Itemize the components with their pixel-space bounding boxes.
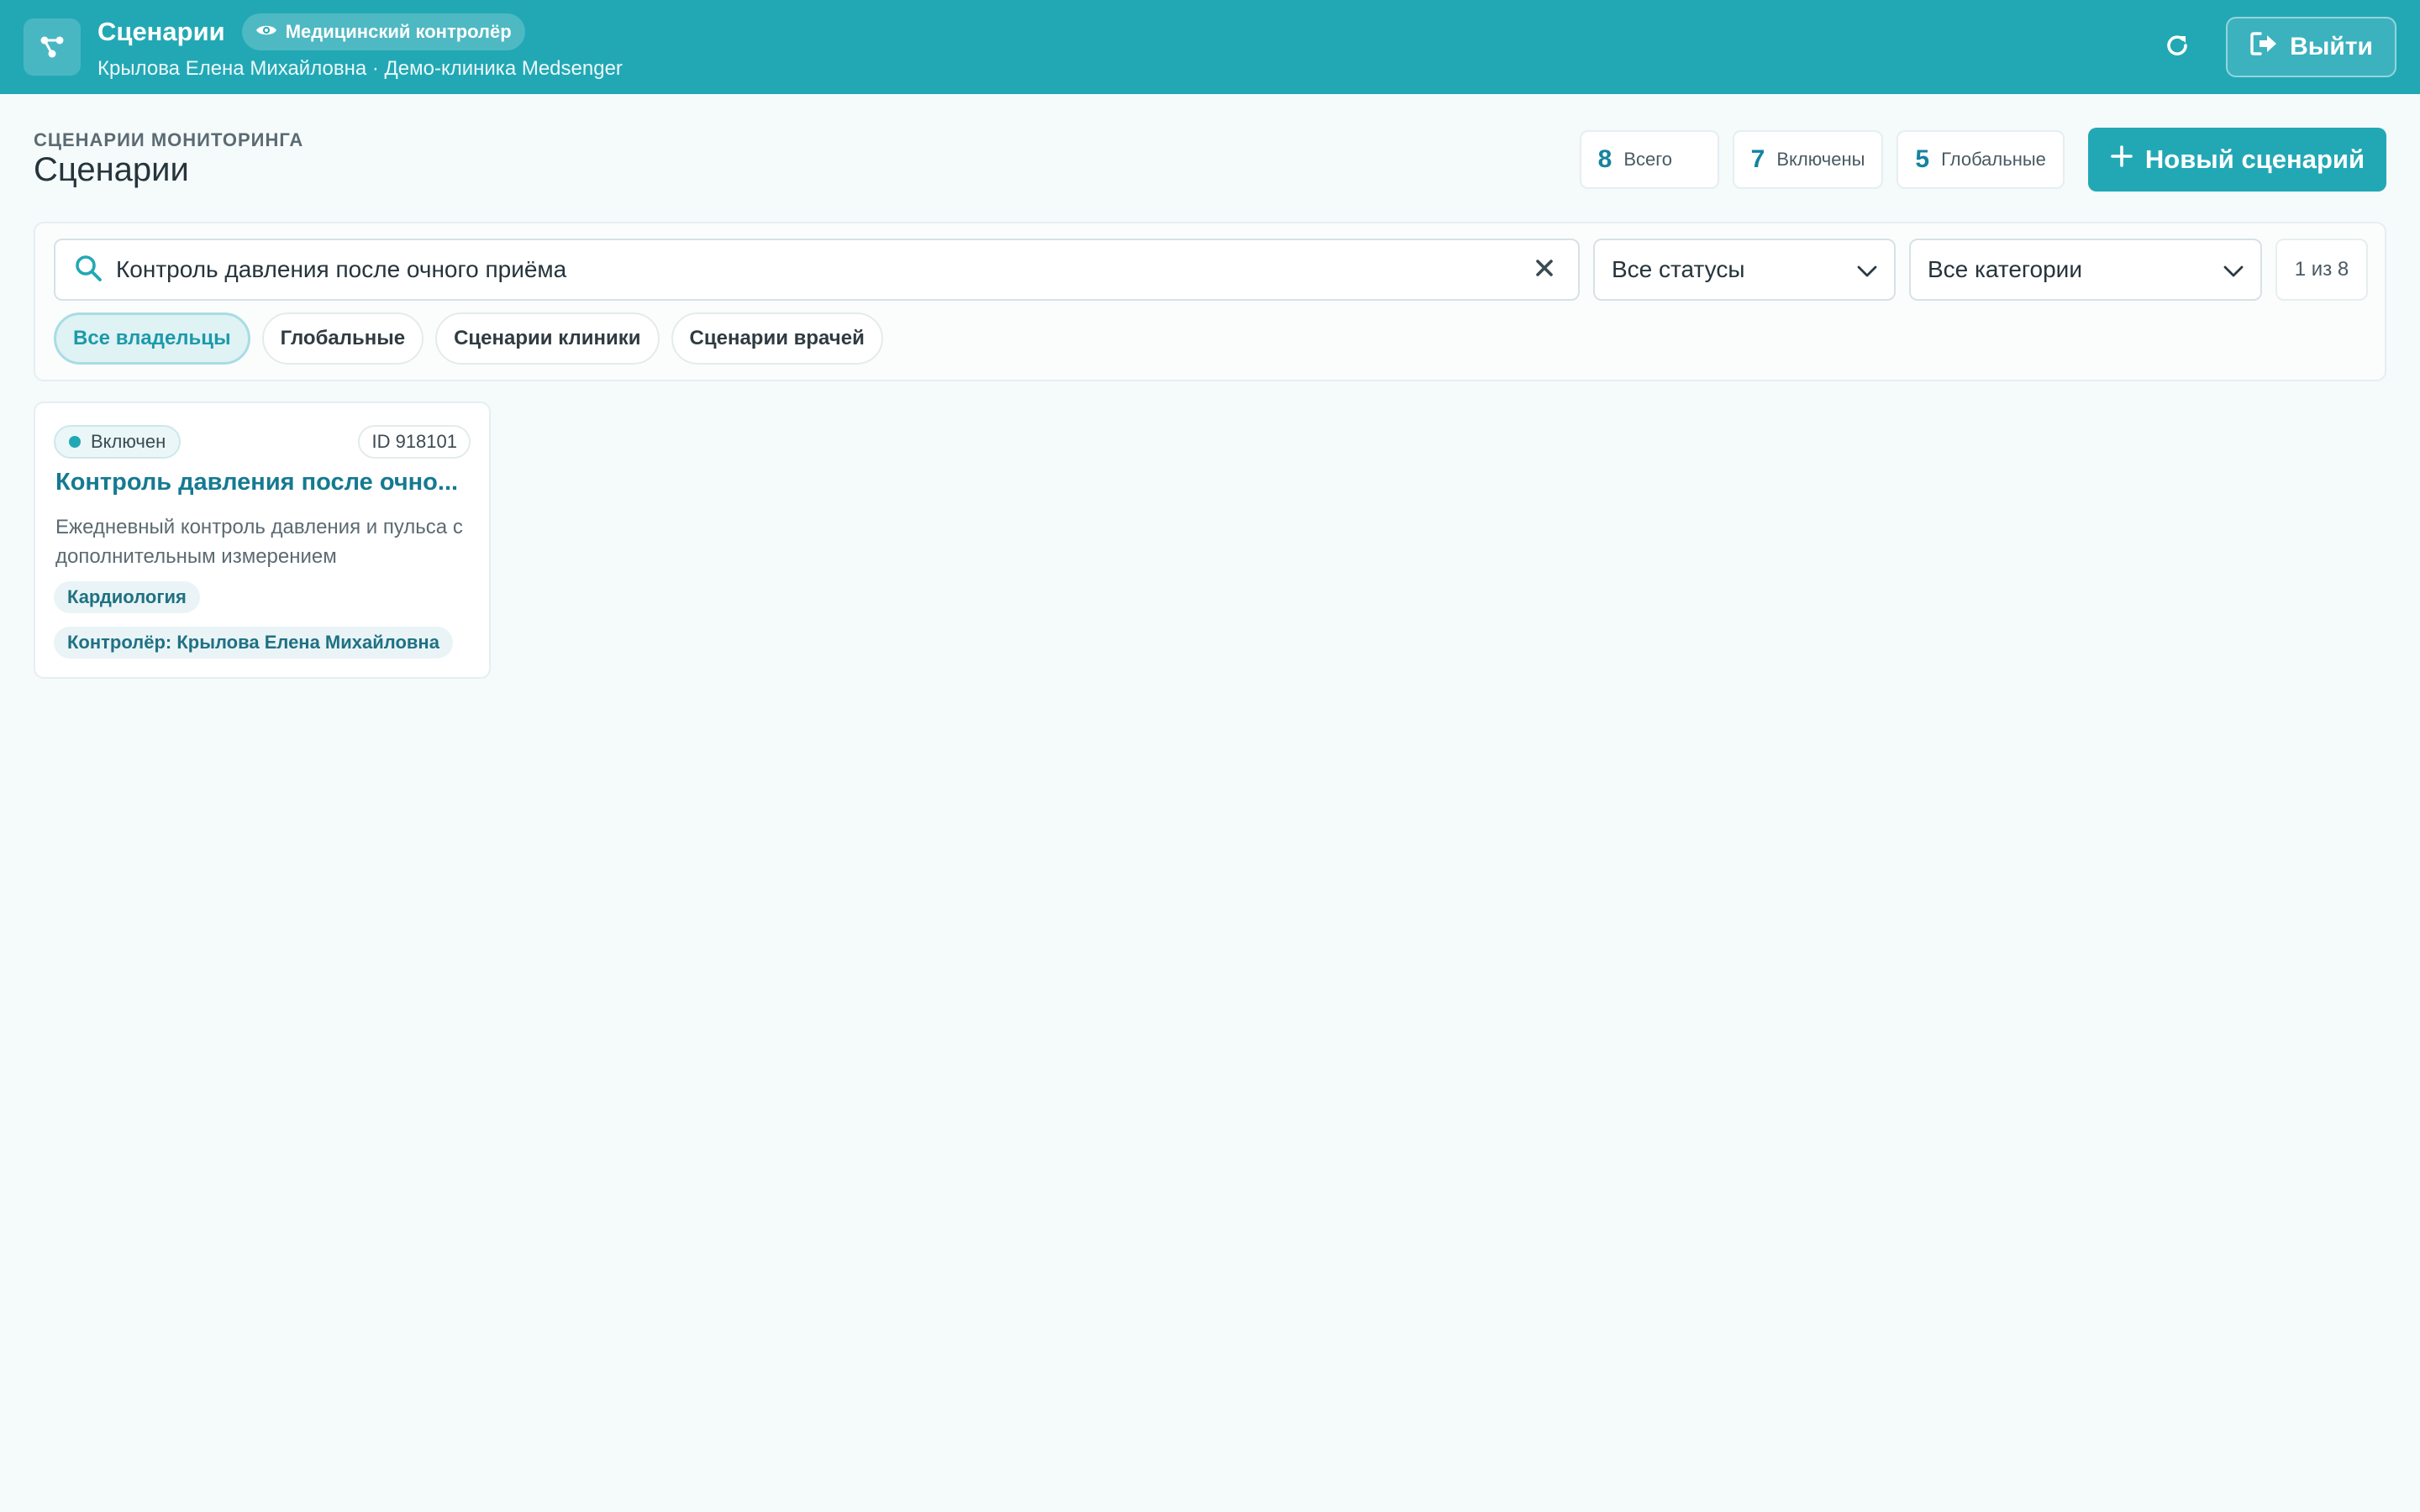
page-heading: СЦЕНАРИИ МОНИТОРИНГА Сценарии 8 Всего 7 … [34, 126, 2386, 202]
search-box[interactable] [54, 239, 1580, 301]
stat-total: 8 Всего [1579, 130, 1719, 189]
user-clinic-line: Крылова Елена Михайловна · Демо-клиника … [97, 57, 623, 80]
page-eyebrow: СЦЕНАРИИ МОНИТОРИНГА [34, 129, 304, 150]
page-title: Сценарии [34, 151, 189, 188]
stat-global-value: 5 [1915, 145, 1930, 173]
chevron-down-icon [2223, 256, 2244, 283]
scenario-graph-icon[interactable] [24, 18, 81, 76]
filters-panel: Все статусы Все категории 1 из 8 Все вла… [34, 222, 2386, 381]
status-label: Включен [91, 431, 166, 452]
logout-button[interactable]: Выйти [2226, 17, 2396, 77]
refresh-button[interactable] [2157, 27, 2197, 67]
clear-search-button[interactable] [1529, 255, 1560, 285]
role-badge: Медицинский контролёр [241, 13, 525, 50]
new-scenario-button[interactable]: Новый сценарий [2087, 128, 2386, 192]
role-badge-label: Медицинский контролёр [285, 21, 512, 42]
category-select-value: Все категории [1928, 256, 2082, 282]
stat-global-label: Глобальные [1941, 149, 2046, 170]
status-select[interactable]: Все статусы [1593, 239, 1896, 301]
search-icon [74, 254, 103, 286]
search-input[interactable] [116, 256, 1529, 283]
app-title: Сценарии [97, 17, 225, 46]
new-scenario-label: Новый сценарий [2144, 144, 2365, 174]
stat-enabled-value: 7 [1750, 145, 1765, 173]
scenario-title[interactable]: Контроль давления после очно... [55, 469, 476, 496]
eye-icon [255, 21, 277, 43]
stat-global: 5 Глобальные [1897, 130, 2065, 189]
chip-doctor-scenarios[interactable]: Сценарии врачей [671, 312, 883, 365]
stat-total-value: 8 [1597, 145, 1612, 173]
scenario-description: Ежедневный контроль давления и пульса с … [55, 516, 463, 568]
scenario-id-badge: ID 918101 [358, 425, 471, 459]
scenario-card[interactable]: Включен ID 918101 Контроль давления посл… [34, 402, 491, 679]
app-page: Сценарии Медицинский контролёр Крылова Е… [0, 0, 2420, 1512]
close-icon [1535, 259, 1554, 281]
status-dot-icon [69, 436, 81, 448]
chip-all-owners[interactable]: Все владельцы [54, 312, 250, 365]
category-tag: Кардиология [54, 581, 200, 613]
controller-tag: Контролёр: Крылова Елена Михайловна [54, 627, 453, 659]
chip-clinic-scenarios[interactable]: Сценарии клиники [435, 312, 660, 365]
category-select[interactable]: Все категории [1909, 239, 2262, 301]
stat-enabled-label: Включены [1776, 149, 1865, 170]
status-badge: Включен [54, 425, 182, 459]
status-select-value: Все статусы [1612, 256, 1745, 282]
chip-global[interactable]: Глобальные [261, 312, 424, 365]
plus-icon [2110, 144, 2133, 175]
stats-bar: 8 Всего 7 Включены 5 Глобальные Новый сц… [1579, 128, 2386, 192]
stat-total-label: Всего [1623, 149, 1673, 170]
owner-filter-chips: Все владельцы Глобальные Сценарии клиник… [54, 312, 883, 365]
result-count: 1 из 8 [2275, 239, 2368, 301]
logout-icon [2249, 31, 2278, 63]
header-title-block: Сценарии Медицинский контролёр Крылова Е… [97, 13, 623, 81]
stat-enabled: 7 Включены [1732, 130, 1884, 189]
chevron-down-icon [1857, 256, 1877, 283]
logout-label: Выйти [2290, 33, 2373, 60]
refresh-icon [2163, 31, 2191, 64]
top-header: Сценарии Медицинский контролёр Крылова Е… [0, 0, 2420, 94]
